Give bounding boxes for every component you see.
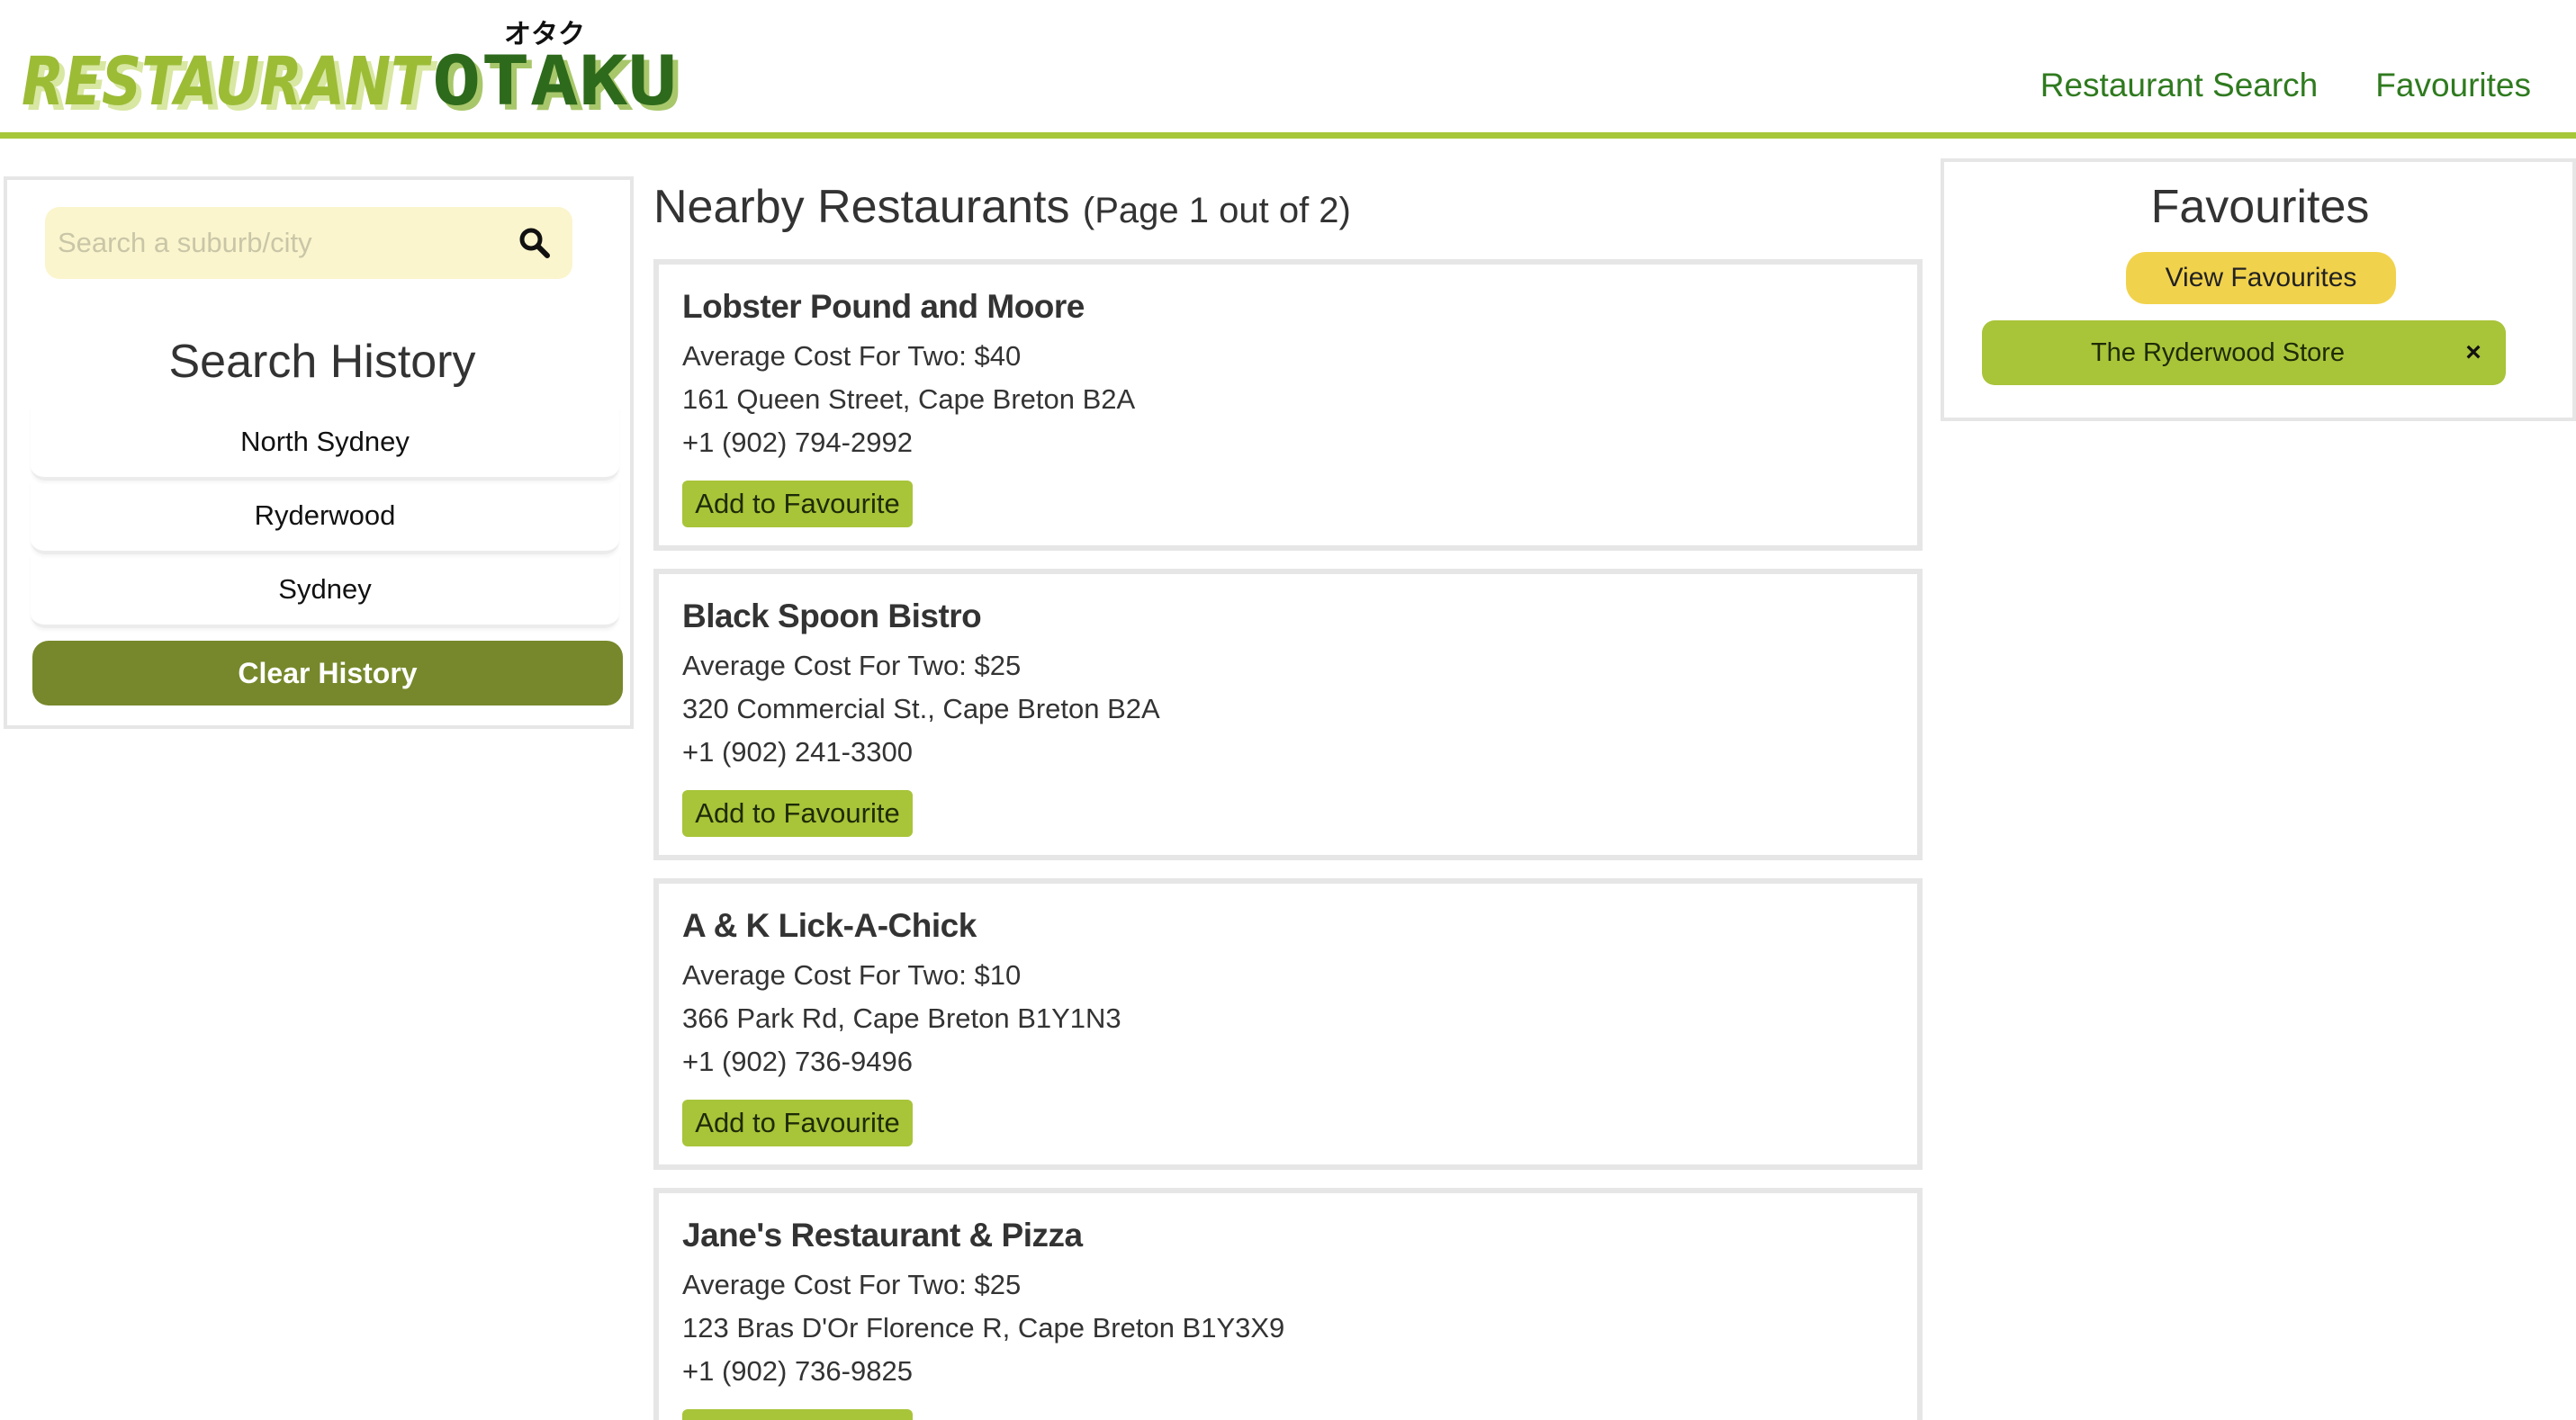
history-item-north-sydney[interactable]: North Sydney (31, 407, 619, 481)
search-box (45, 207, 572, 279)
search-history-list: North Sydney Ryderwood Sydney (31, 407, 619, 628)
restaurant-cost: Average Cost For Two: $25 (682, 1269, 1022, 1300)
page-title: Nearby Restaurants (Page 1 out of 2) (653, 180, 1351, 234)
restaurant-card: A & K Lick-A-Chick Average Cost For Two:… (653, 878, 1923, 1170)
restaurant-address: 161 Queen Street, Cape Breton B2A (682, 383, 1136, 415)
page-title-text: Nearby Restaurants (653, 181, 1070, 233)
restaurant-cost: Average Cost For Two: $40 (682, 340, 1022, 372)
logo-graphic: オタク RESTAURANT RESTAURANT OTAKU OTAKU (22, 19, 682, 121)
restaurant-name: Jane's Restaurant & Pizza (682, 1217, 1083, 1254)
app-header: オタク RESTAURANT RESTAURANT OTAKU OTAKU Re… (0, 0, 2576, 139)
close-icon[interactable]: × (2457, 337, 2490, 369)
restaurant-phone: +1 (902) 736-9496 (682, 1046, 913, 1077)
search-sidebar: Search History North Sydney Ryderwood Sy… (4, 176, 634, 729)
main-nav: Restaurant Search Favourites (2040, 67, 2531, 104)
restaurant-otaku-logo[interactable]: オタク RESTAURANT RESTAURANT OTAKU OTAKU (20, 13, 686, 121)
restaurant-address: 123 Bras D'Or Florence R, Cape Breton B1… (682, 1312, 1285, 1344)
restaurant-card: Black Spoon Bistro Average Cost For Two:… (653, 569, 1923, 860)
restaurant-cost: Average Cost For Two: $25 (682, 650, 1022, 681)
search-input[interactable] (58, 207, 508, 279)
favourites-panel: Favourites View Favourites The Ryderwood… (1941, 158, 2576, 421)
add-to-favourite-button[interactable]: Add to Favourite (682, 481, 913, 527)
restaurant-card: Jane's Restaurant & Pizza Average Cost F… (653, 1188, 1923, 1420)
restaurant-address: 366 Park Rd, Cape Breton B1Y1N3 (682, 1002, 1121, 1034)
restaurant-card: Lobster Pound and Moore Average Cost For… (653, 259, 1923, 551)
logo-accent-text: OTAKU (432, 40, 677, 121)
add-to-favourite-button[interactable]: Add to Favourite (682, 1409, 913, 1420)
add-to-favourite-button[interactable]: Add to Favourite (682, 1100, 913, 1146)
nav-restaurant-search[interactable]: Restaurant Search (2040, 67, 2319, 104)
search-history-title: Search History (168, 336, 476, 388)
clear-history-button[interactable]: Clear History (32, 641, 623, 706)
view-favourites-button[interactable]: View Favourites (2126, 252, 2396, 304)
history-item-ryderwood[interactable]: Ryderwood (31, 481, 619, 554)
nav-favourites[interactable]: Favourites (2375, 67, 2531, 104)
restaurant-address: 320 Commercial St., Cape Breton B2A (682, 693, 1160, 724)
restaurant-phone: +1 (902) 241-3300 (682, 736, 913, 768)
restaurant-name: A & K Lick-A-Chick (682, 907, 977, 944)
restaurant-name: Lobster Pound and Moore (682, 288, 1085, 325)
restaurant-name: Black Spoon Bistro (682, 598, 982, 634)
restaurant-phone: +1 (902) 794-2992 (682, 427, 913, 458)
favourites-title: Favourites (2150, 181, 2370, 233)
search-icon[interactable] (517, 225, 553, 261)
history-item-sydney[interactable]: Sydney (31, 554, 619, 628)
logo-main-text: RESTAURANT (22, 43, 433, 121)
page-info: (Page 1 out of 2) (1082, 191, 1351, 230)
restaurant-cost: Average Cost For Two: $10 (682, 959, 1022, 991)
add-to-favourite-button[interactable]: Add to Favourite (682, 790, 913, 837)
favourite-item-label: The Ryderwood Store (2090, 337, 2346, 367)
favourite-item[interactable]: The Ryderwood Store × (1982, 320, 2506, 385)
restaurant-phone: +1 (902) 736-9825 (682, 1355, 913, 1387)
